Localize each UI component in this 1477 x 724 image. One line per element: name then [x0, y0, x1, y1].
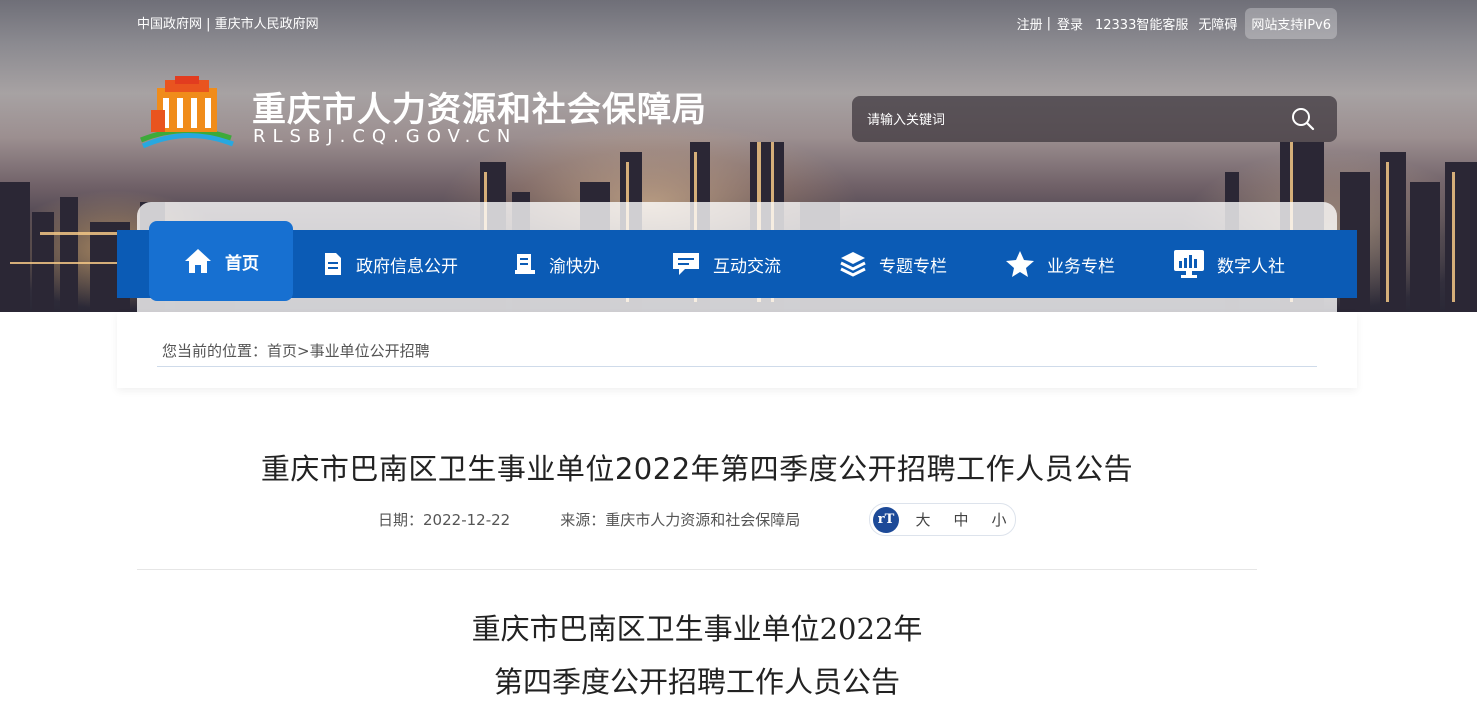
nav-label: 渝快办: [549, 256, 600, 277]
gov-portal-link[interactable]: 中国政府网: [137, 17, 202, 32]
nav-home[interactable]: 首页: [149, 221, 293, 301]
article-title: 重庆市巴南区卫生事业单位2022年第四季度公开招聘工作人员公告: [260, 452, 1134, 486]
article-divider: [137, 569, 1257, 570]
font-small-button[interactable]: 小: [985, 509, 1013, 530]
ai-service-link[interactable]: 12333智能客服: [1095, 14, 1188, 33]
nav-yukuaiban[interactable]: 渝快办: [513, 230, 600, 298]
home-icon: [185, 249, 211, 273]
nav-label: 互动交流: [713, 256, 781, 277]
document-icon: [325, 253, 341, 275]
breadcrumb-current-link[interactable]: 事业单位公开招聘: [310, 342, 430, 360]
nav-label: 数字人社: [1217, 256, 1285, 277]
nav-label: 政府信息公开: [356, 256, 458, 277]
register-link[interactable]: 注册: [1017, 14, 1043, 33]
site-name: 重庆市人力资源和社会保障局: [252, 90, 707, 130]
article-date: 2022-12-22: [423, 510, 511, 529]
monitor-chart-icon: [1174, 250, 1204, 278]
cq-gov-link[interactable]: 重庆市人民政府网: [215, 17, 319, 32]
site-url: RLSBJ.CQ.GOV.CN: [253, 126, 518, 147]
breadcrumb-home-link[interactable]: 首页: [267, 342, 297, 360]
font-size-switcher: rT 大 中 小: [869, 503, 1016, 536]
accessibility-link[interactable]: 无障碍: [1198, 14, 1237, 33]
breadcrumb: 您当前的位置：首页>事业单位公开招聘: [162, 342, 430, 360]
nav-label: 业务专栏: [1047, 256, 1115, 277]
main-nav: 首页 政府信息公开 渝快办 互动交流 专题专栏 业务专栏 数字人社: [117, 221, 1357, 301]
breadcrumb-panel: 您当前的位置：首页>事业单位公开招聘: [117, 312, 1357, 388]
nav-digital-hr[interactable]: 数字人社: [1173, 230, 1285, 298]
body-title-line1: 重庆市巴南区卫生事业单位2022年: [471, 612, 923, 646]
star-icon: [1006, 251, 1034, 277]
article-source: 重庆市人力资源和社会保障局: [605, 511, 801, 529]
search-input[interactable]: [852, 96, 1289, 144]
login-link[interactable]: 登录: [1057, 14, 1083, 33]
nav-label: 首页: [225, 253, 259, 274]
clipboard-icon: [515, 254, 535, 274]
top-right-links: 注册 | 登录 12333智能客服 无障碍 网站支持IPv6: [1017, 8, 1337, 39]
body-title-line2: 第四季度公开招聘工作人员公告: [493, 665, 900, 699]
nav-special-topics[interactable]: 专题专栏: [839, 230, 947, 298]
article-meta: 日期： 2022-12-22 来源： 重庆市人力资源和社会保障局: [378, 510, 801, 530]
breadcrumb-divider: [157, 366, 1317, 367]
font-size-icon: rT: [873, 506, 899, 533]
nav-business[interactable]: 业务专栏: [1005, 230, 1115, 298]
top-left-links: 中国政府网 | 重庆市人民政府网: [137, 17, 319, 32]
ipv6-badge: 网站支持IPv6: [1245, 8, 1337, 39]
nav-interaction[interactable]: 互动交流: [671, 230, 781, 298]
nav-gov-info[interactable]: 政府信息公开: [322, 230, 458, 298]
chat-icon: [673, 253, 699, 275]
layers-icon: [840, 252, 866, 277]
search-icon[interactable]: [1291, 107, 1315, 131]
search-box: [852, 96, 1337, 144]
font-medium-button[interactable]: 中: [947, 509, 975, 530]
font-large-button[interactable]: 大: [909, 509, 937, 530]
nav-label: 专题专栏: [879, 256, 947, 277]
bureau-logo: [140, 76, 234, 149]
